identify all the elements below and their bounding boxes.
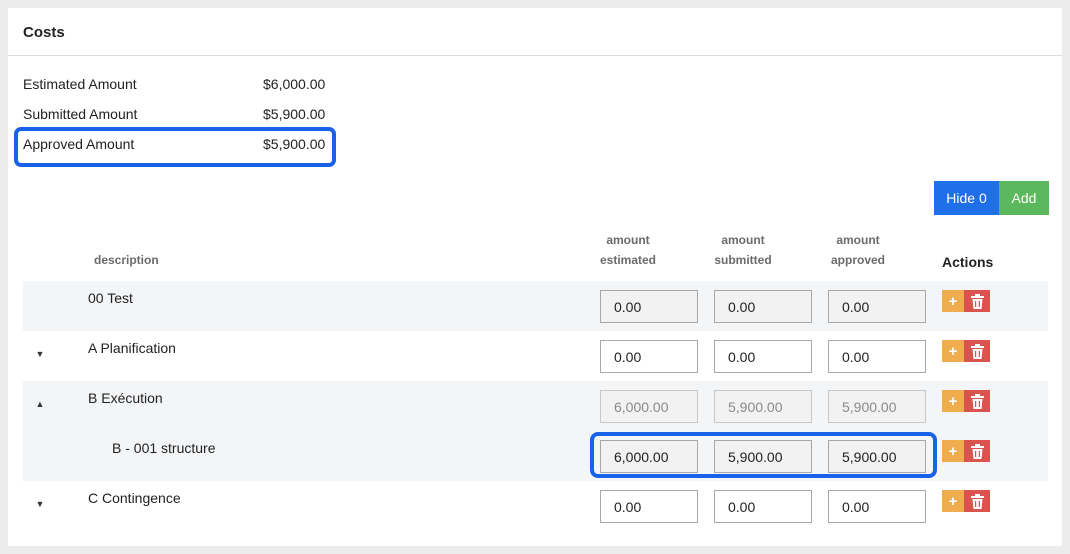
costs-panel: Costs Estimated Amount $6,000.00 Submitt… [8,8,1062,546]
header-description: description [94,253,159,267]
add-button[interactable]: Add [999,181,1049,215]
table-row: ▼ A Planification 0.00 0.00 0.00 + [23,331,1048,381]
amount-submitted-field[interactable]: 0.00 [714,340,812,373]
panel-title: Costs [8,8,1062,56]
amount-approved-field[interactable]: 0.00 [828,490,926,523]
header-actions: Actions [942,254,994,270]
summary-label: Submitted Amount [23,106,138,122]
amount-submitted-field[interactable]: 0.00 [714,290,812,323]
delete-button[interactable] [964,340,990,362]
plus-icon: + [948,492,958,510]
amount-estimated-field[interactable]: 0.00 [600,490,698,523]
hide-button[interactable]: Hide 0 [934,181,999,215]
summary-value: $6,000.00 [263,76,326,92]
delete-button[interactable] [964,440,990,462]
row-description: B - 001 structure [112,440,216,456]
amount-estimated-field[interactable]: 0.00 [600,290,698,323]
plus-icon: + [948,442,958,460]
amount-approved-field: 5,900.00 [828,390,926,423]
trash-icon [970,343,984,359]
delete-button[interactable] [964,390,990,412]
summary-estimated: Estimated Amount $6,000.00 [23,76,343,98]
amount-estimated-field: 6,000.00 [600,390,698,423]
add-child-button[interactable]: + [942,490,964,512]
trash-icon [970,293,984,309]
table-row: 00 Test 0.00 0.00 0.00 + [23,281,1048,331]
plus-icon: + [948,292,958,310]
add-child-button[interactable]: + [942,340,964,362]
row-description: B Exécution [88,390,163,406]
header-amount-submitted: amount submitted [714,233,772,267]
amount-estimated-field[interactable]: 0.00 [600,340,698,373]
amount-approved-field[interactable]: 0.00 [828,290,926,323]
amount-approved-field[interactable]: 0.00 [828,340,926,373]
header-amount-approved: amount approved [830,233,885,267]
plus-icon: + [948,342,958,360]
plus-icon: + [948,392,958,410]
trash-icon [970,493,984,509]
delete-button[interactable] [964,290,990,312]
amount-submitted-field: 5,900.00 [714,390,812,423]
header-amount-estimated: amount estimated [599,233,657,267]
add-child-button[interactable]: + [942,440,964,462]
summary-value: $5,900.00 [263,106,326,122]
summary-label: Estimated Amount [23,76,137,92]
delete-button[interactable] [964,490,990,512]
row-description: A Planification [88,340,176,356]
table-row: ▼ C Contingence 0.00 0.00 0.00 + [23,481,1048,531]
add-child-button[interactable]: + [942,390,964,412]
amount-submitted-field[interactable]: 0.00 [714,490,812,523]
caret-down-icon[interactable]: ▼ [35,349,45,359]
row-description: 00 Test [88,290,133,306]
table-row: ▲ B Exécution 6,000.00 5,900.00 5,900.00… [23,381,1048,431]
caret-up-icon[interactable]: ▲ [35,399,45,409]
structure-amounts-highlight [590,432,937,478]
add-child-button[interactable]: + [942,290,964,312]
trash-icon [970,393,984,409]
trash-icon [970,443,984,459]
row-description: C Contingence [88,490,181,506]
caret-down-icon[interactable]: ▼ [35,499,45,509]
summary-submitted: Submitted Amount $5,900.00 [23,106,343,128]
approved-amount-highlight [14,127,336,167]
